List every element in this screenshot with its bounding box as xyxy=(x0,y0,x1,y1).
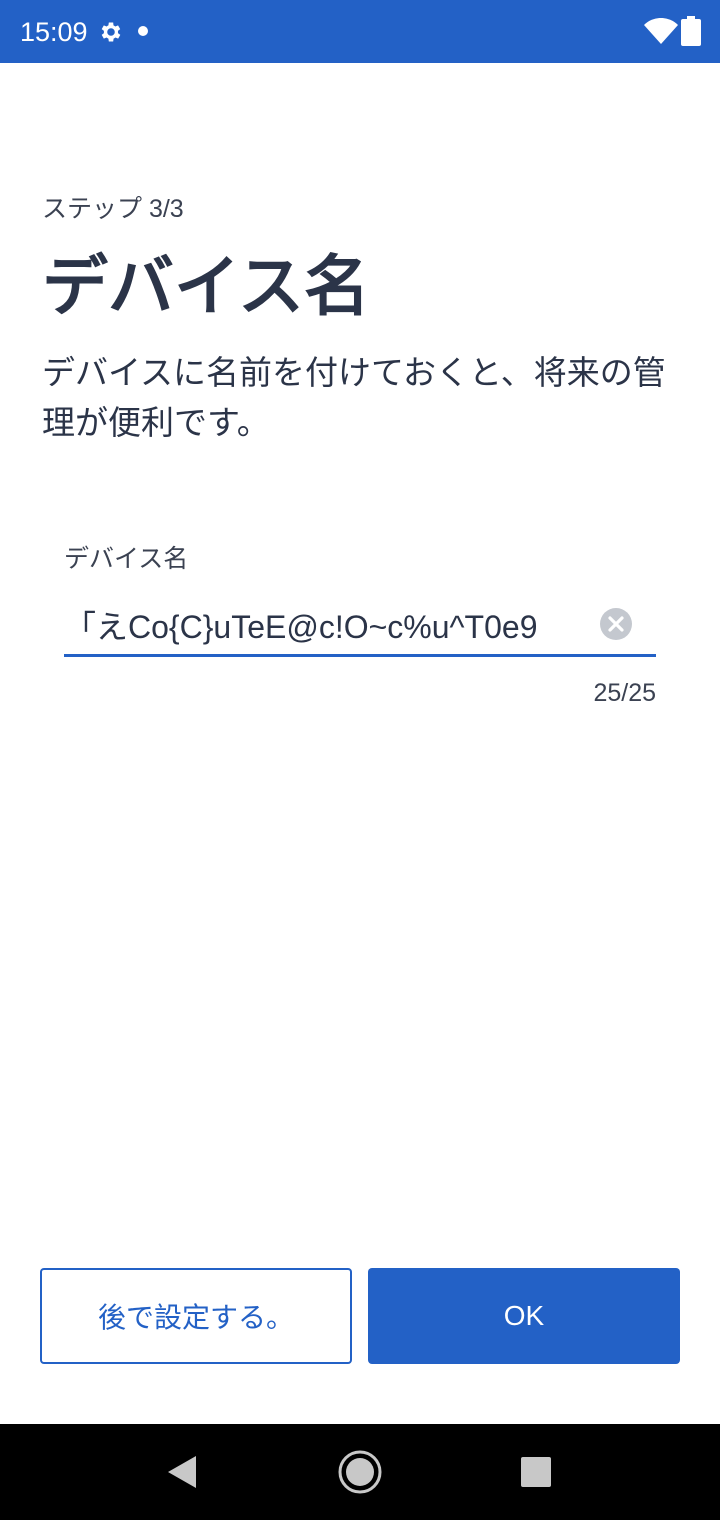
device-name-label: デバイス名 xyxy=(64,545,189,573)
gear-icon xyxy=(101,22,121,42)
recents-icon[interactable] xyxy=(521,1457,551,1487)
clear-circle-icon[interactable] xyxy=(600,608,632,640)
ok-button[interactable]: OK xyxy=(368,1268,680,1364)
character-counter: 25/25 xyxy=(593,679,656,707)
clear-x-icon xyxy=(608,616,624,632)
page-description: デバイスに名前を付けておくと、将来の管理が便利です。 xyxy=(42,354,666,441)
battery-icon xyxy=(681,16,701,46)
page-title: デバイス名 xyxy=(42,249,371,323)
wifi-icon xyxy=(644,18,678,44)
set-later-label: 後で設定する。 xyxy=(97,1302,294,1333)
ok-label: OK xyxy=(503,1300,545,1331)
home-icon[interactable] xyxy=(338,1450,382,1494)
device-name-underline xyxy=(64,654,656,657)
status-time: 15:09 xyxy=(20,17,88,47)
notification-dot-icon xyxy=(138,26,148,36)
navigation-bar xyxy=(0,1424,720,1520)
step-indicator: ステップ 3/3 xyxy=(42,195,184,223)
device-name-input[interactable] xyxy=(64,600,584,650)
device-name-screen: 15:09 ステップ 3/3 デバイス名 デバイスに名前を付けておくと、将来の管… xyxy=(0,0,720,1520)
set-later-button[interactable]: 後で設定する。 xyxy=(40,1268,352,1364)
status-bar: 15:09 xyxy=(0,0,720,63)
back-icon[interactable] xyxy=(166,1454,198,1490)
